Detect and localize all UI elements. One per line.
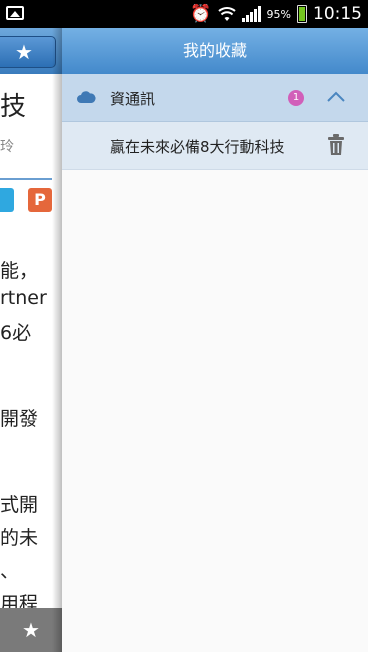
drawer-title: 我的收藏 — [62, 28, 368, 74]
article-body-line: 的未 — [0, 527, 39, 549]
cloud-icon — [77, 91, 96, 103]
divider — [0, 178, 52, 180]
favorite-item[interactable]: 贏在未來必備8大行動科技 — [62, 122, 368, 170]
star-icon: ★ — [15, 40, 33, 64]
article-body-line: 能， — [0, 260, 39, 282]
alarm-icon: ⏰ — [190, 3, 212, 24]
twitter-icon[interactable] — [0, 188, 14, 212]
status-bar: ⏰ 95% 10:15 — [0, 0, 368, 28]
battery-percent: 95% — [266, 7, 291, 21]
gallery-icon — [6, 6, 24, 20]
trash-icon[interactable] — [328, 134, 344, 156]
wifi-icon — [217, 7, 236, 21]
battery-icon — [297, 5, 307, 23]
favorites-drawer: 我的收藏 資通訊 1 贏在未來必備8大行動科技 — [62, 28, 368, 652]
favorite-item-label: 贏在未來必備8大行動科技 — [110, 138, 285, 156]
plurk-icon[interactable]: P — [28, 188, 52, 212]
article-title: 技 — [0, 92, 27, 122]
article-body-line: 、 — [0, 560, 20, 582]
star-icon: ★ — [22, 618, 40, 642]
chevron-up-icon[interactable] — [326, 88, 346, 104]
article-body-line: 式開 — [0, 494, 39, 516]
article-body-line: rtner — [0, 287, 47, 309]
count-badge: 1 — [288, 90, 304, 106]
article-body-line: 開發 — [0, 408, 39, 430]
category-label: 資通訊 — [110, 90, 156, 108]
article-body-line: 6必 — [0, 322, 32, 344]
signal-icon — [241, 6, 261, 22]
article-author: 玲 — [0, 139, 14, 155]
favorites-star-button[interactable]: ★ — [0, 36, 56, 68]
drawer-shadow — [52, 28, 62, 652]
clock: 10:15 — [313, 4, 362, 24]
category-row[interactable]: 資通訊 1 — [62, 74, 368, 122]
